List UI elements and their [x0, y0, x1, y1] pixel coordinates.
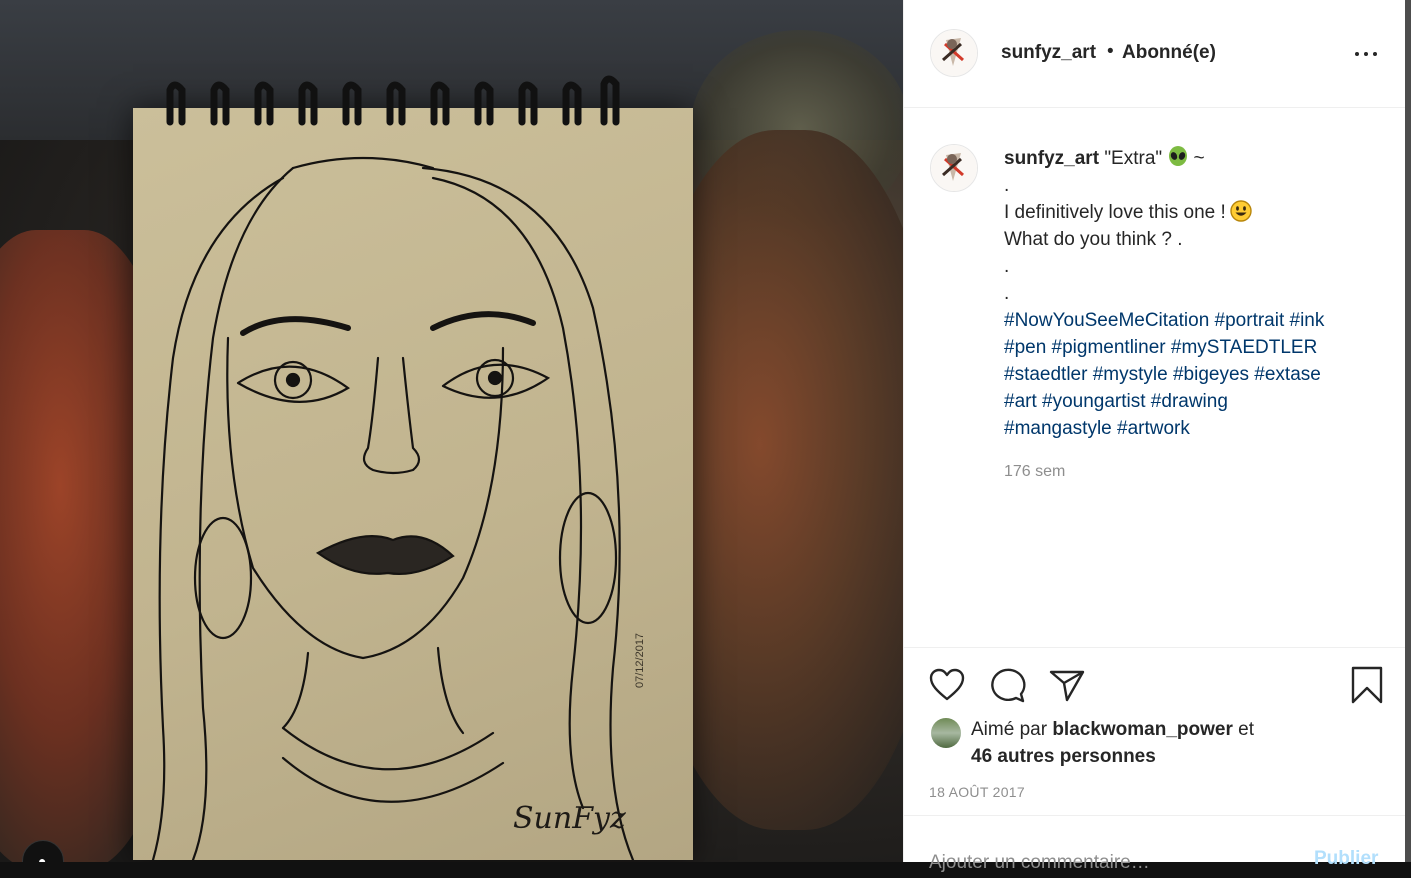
window-edge — [1405, 0, 1411, 862]
publish-button[interactable]: Publier — [1314, 848, 1378, 870]
hashtag-line[interactable]: #art #youngartist #drawing — [1004, 388, 1384, 415]
post-side-panel: sunfyz_art • Abonné(e) sunfyz_art "Extra… — [903, 0, 1406, 878]
comment-input[interactable] — [929, 848, 1289, 878]
separator-dot: • — [1107, 41, 1114, 62]
more-dots-icon — [1364, 52, 1368, 56]
liker-username[interactable]: blackwoman_power — [1052, 719, 1233, 740]
caption-line: . — [1004, 283, 1010, 304]
caption-title-suffix: ~ — [1193, 148, 1205, 169]
heart-icon — [929, 668, 965, 701]
caption-timestamp[interactable]: 176 sem — [1004, 463, 1065, 481]
more-dots-icon — [1355, 52, 1359, 56]
hashtag-line[interactable]: #mangastyle #artwork — [1004, 415, 1384, 442]
caption-line: . — [1004, 256, 1010, 277]
caption-text: sunfyz_art "Extra" ~ . I definitively lo… — [1004, 145, 1384, 442]
bookmark-icon — [1351, 666, 1383, 704]
likes-prefix: Aimé par — [971, 719, 1048, 740]
likes-others-count[interactable]: 46 autres personnes — [971, 746, 1156, 768]
likes-summary: Aimé par blackwoman_power et — [971, 719, 1254, 741]
hashtag-line[interactable]: #pen #pigmentliner #mySTAEDTLER — [1004, 334, 1384, 361]
share-button[interactable] — [1048, 666, 1086, 704]
comment-bubble-icon — [991, 668, 1026, 703]
like-button[interactable] — [928, 666, 966, 704]
caption-line: . — [1004, 175, 1010, 196]
artist-signature: SunFyz — [513, 801, 626, 836]
comment-form: Publier — [904, 815, 1406, 878]
alien-emoji-icon — [1169, 146, 1188, 166]
save-button[interactable] — [1348, 666, 1386, 704]
likes-conjunction: et — [1238, 719, 1255, 740]
caption-line: I definitively love this one ! — [1004, 202, 1226, 223]
person-icon: ● — [38, 853, 47, 862]
comment-button[interactable] — [988, 666, 1026, 704]
caption-author-avatar[interactable] — [930, 144, 978, 192]
portrait-drawing: SunFyz 07/12/2017 — [151, 156, 646, 860]
paper-plane-icon — [1049, 670, 1085, 702]
post-photo[interactable]: SunFyz 07/12/2017 ● — [0, 0, 903, 862]
caption-section: sunfyz_art "Extra" ~ . I definitively lo… — [904, 108, 1406, 646]
post-header: sunfyz_art • Abonné(e) — [904, 0, 1406, 108]
more-dots-icon — [1373, 52, 1377, 56]
caption-title: "Extra" — [1104, 148, 1163, 169]
caption-line: What do you think ? . — [1004, 229, 1183, 250]
liker-avatar[interactable] — [931, 718, 961, 748]
drawing-date-mark: 07/12/2017 — [634, 633, 646, 688]
author-avatar[interactable] — [930, 29, 978, 77]
more-options-button[interactable] — [1352, 40, 1382, 68]
smiley-emoji-icon — [1230, 200, 1252, 222]
post-actions: Aimé par blackwoman_power et 46 autres p… — [904, 647, 1406, 816]
author-username[interactable]: sunfyz_art — [1001, 42, 1096, 64]
caption-username[interactable]: sunfyz_art — [1004, 148, 1099, 169]
hashtag-line[interactable]: #NowYouSeeMeCitation #portrait #ink — [1004, 307, 1384, 334]
hashtag-line[interactable]: #staedtler #mystyle #bigeyes #extase — [1004, 361, 1384, 388]
follow-status-button[interactable]: Abonné(e) — [1122, 42, 1216, 64]
post-date[interactable]: 18 AOÛT 2017 — [929, 784, 1025, 800]
